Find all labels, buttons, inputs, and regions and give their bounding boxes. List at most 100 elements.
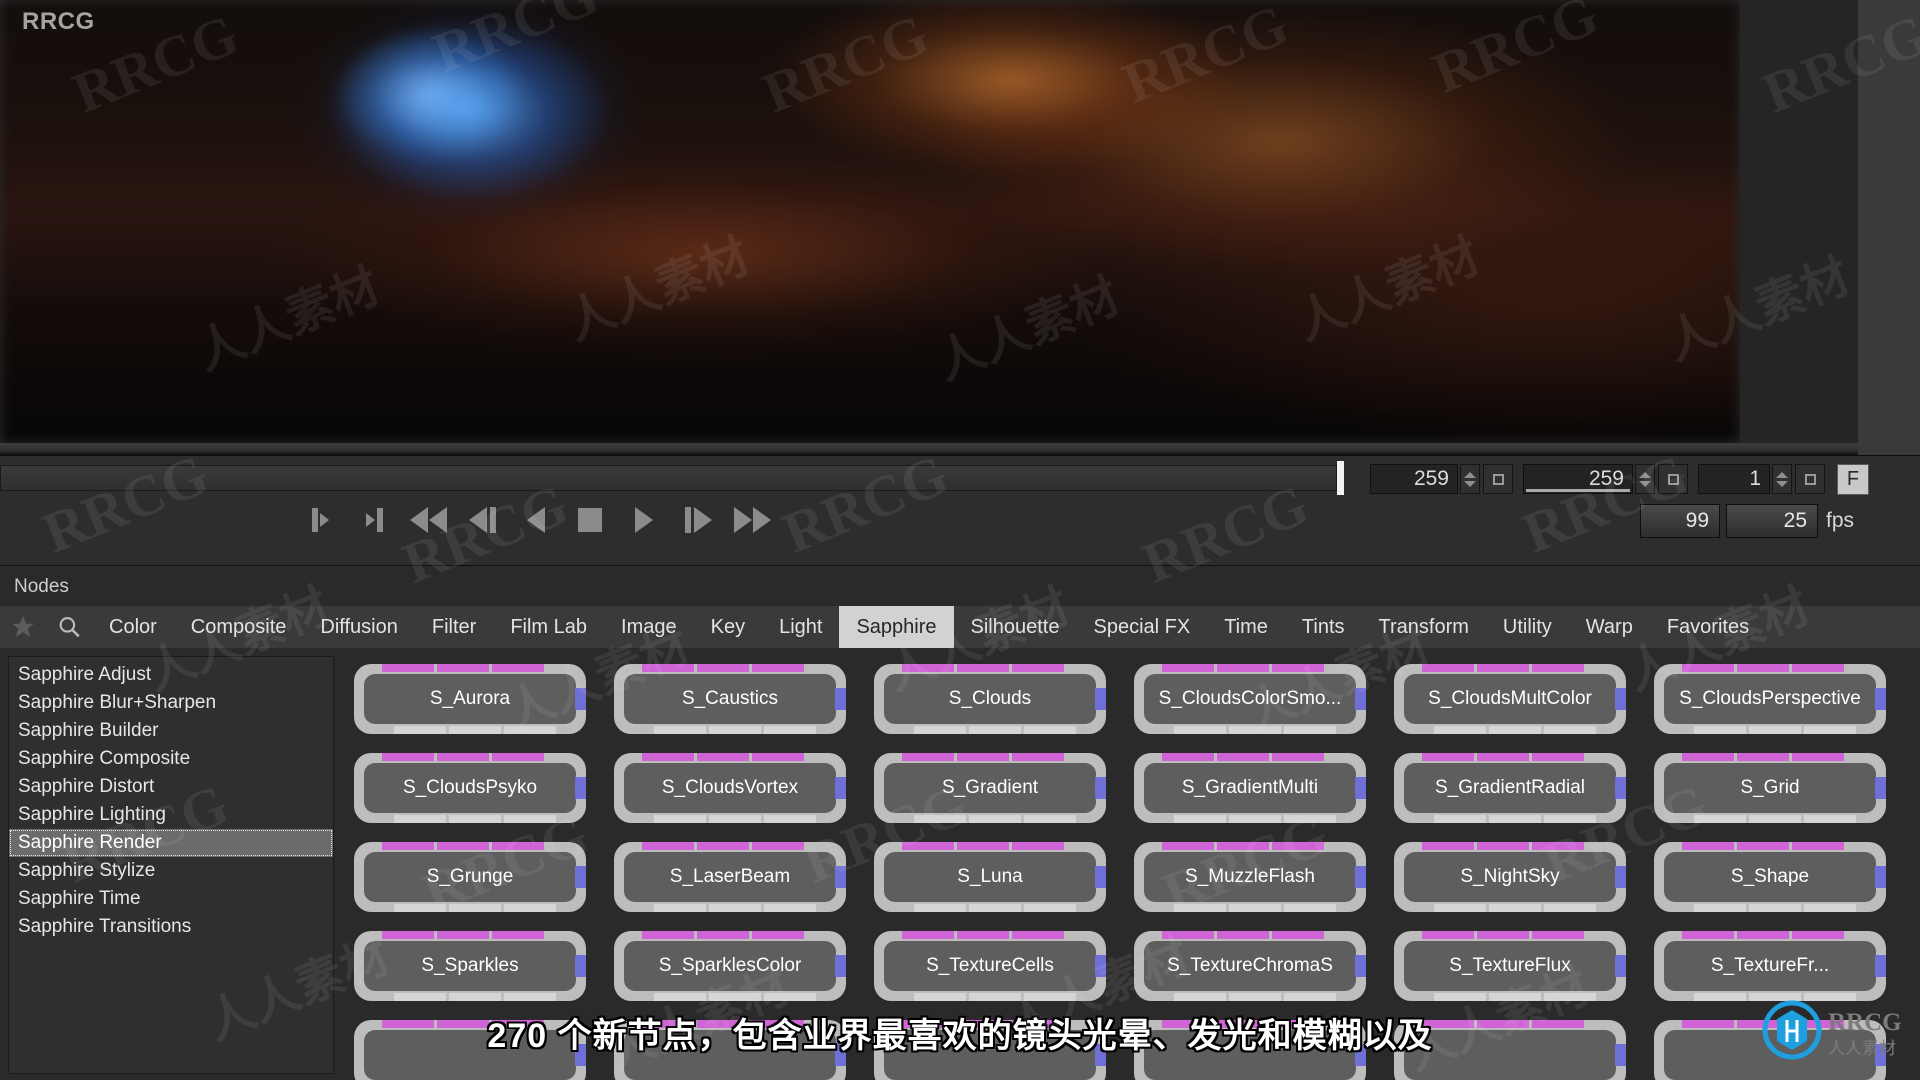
node-input-connectors[interactable] [382,753,544,761]
sidebar-item-sapphire-stylize[interactable]: Sapphire Stylize [9,857,333,885]
node-mask-connectors[interactable] [1174,726,1336,734]
sidebar-item-sapphire-composite[interactable]: Sapphire Composite [9,745,333,773]
tab-warp[interactable]: Warp [1569,606,1650,648]
stop-button[interactable] [570,500,610,540]
node-mask-connectors[interactable] [914,815,1076,823]
current-frame-field[interactable]: 259 [1370,464,1458,494]
favorites-star-icon[interactable] [0,606,46,648]
node-tile[interactable]: S_CloudsPsyko [354,753,586,823]
sidebar-item-sapphire-adjust[interactable]: Sapphire Adjust [9,661,333,689]
node-mask-connectors[interactable] [1694,726,1856,734]
current-frame-key-button[interactable] [1483,464,1513,494]
node-input-connectors[interactable] [1682,753,1844,761]
node-tile[interactable]: S_NightSky [1394,842,1626,912]
node-tile[interactable]: S_CloudsMultColor [1394,664,1626,734]
node-tile[interactable]: S_TextureCells [874,931,1106,1001]
node-input-connectors[interactable] [1162,842,1324,850]
node-mask-connectors[interactable] [1434,993,1596,1001]
node-input-connectors[interactable] [1682,931,1844,939]
node-output-connector[interactable] [1875,777,1886,799]
node-mask-connectors[interactable] [1694,815,1856,823]
node-mask-connectors[interactable] [914,993,1076,1001]
node-input-connectors[interactable] [382,842,544,850]
scrub-track[interactable] [0,465,1337,491]
viewer-side-toolbar[interactable] [1858,0,1920,455]
node-mask-connectors[interactable] [394,726,556,734]
tab-tints[interactable]: Tints [1285,606,1362,648]
out-frame-key-button[interactable] [1658,464,1688,494]
node-input-connectors[interactable] [902,931,1064,939]
node-input-connectors[interactable] [1422,664,1584,672]
node-tile[interactable]: S_Sparkles [354,931,586,1001]
node-mask-connectors[interactable] [394,815,556,823]
tab-utility[interactable]: Utility [1486,606,1569,648]
out-frame-stepper[interactable] [1635,464,1655,494]
node-input-connectors[interactable] [902,664,1064,672]
tab-sapphire[interactable]: Sapphire [839,606,954,648]
node-output-connector[interactable] [1615,777,1626,799]
node-mask-connectors[interactable] [1434,904,1596,912]
node-input-connectors[interactable] [1422,842,1584,850]
node-tile[interactable]: S_LaserBeam [614,842,846,912]
node-mask-connectors[interactable] [394,993,556,1001]
node-output-connector[interactable] [575,777,586,799]
node-input-connectors[interactable] [1422,931,1584,939]
node-output-connector[interactable] [1615,955,1626,977]
tab-film-lab[interactable]: Film Lab [493,606,604,648]
node-mask-connectors[interactable] [1694,904,1856,912]
node-output-connector[interactable] [1355,688,1366,710]
node-mask-connectors[interactable] [394,904,556,912]
current-frame-stepper[interactable] [1460,464,1480,494]
node-output-connector[interactable] [1095,866,1106,888]
node-mask-connectors[interactable] [654,904,816,912]
duration-field[interactable]: 99 [1640,504,1720,538]
sidebar-item-sapphire-lighting[interactable]: Sapphire Lighting [9,801,333,829]
node-input-connectors[interactable] [1682,664,1844,672]
node-tile[interactable]: S_CloudsVortex [614,753,846,823]
node-tile[interactable]: S_Luna [874,842,1106,912]
node-tile[interactable]: S_TextureFlux [1394,931,1626,1001]
node-input-connectors[interactable] [1162,931,1324,939]
node-input-connectors[interactable] [642,842,804,850]
node-input-connectors[interactable] [1162,753,1324,761]
node-output-connector[interactable] [1355,777,1366,799]
node-output-connector[interactable] [835,955,846,977]
set-out-point-button[interactable] [354,500,394,540]
node-tile[interactable]: S_Caustics [614,664,846,734]
node-mask-connectors[interactable] [1174,904,1336,912]
node-mask-connectors[interactable] [1174,993,1336,1001]
node-output-connector[interactable] [1615,866,1626,888]
skip-to-end-button[interactable] [732,500,772,540]
node-output-connector[interactable] [1875,866,1886,888]
node-mask-connectors[interactable] [654,815,816,823]
node-tile[interactable]: S_Aurora [354,664,586,734]
node-tile[interactable]: S_TextureFr... [1654,931,1886,1001]
playhead[interactable] [1337,461,1344,495]
node-output-connector[interactable] [835,688,846,710]
node-output-connector[interactable] [1355,866,1366,888]
node-mask-connectors[interactable] [1174,815,1336,823]
node-mask-connectors[interactable] [1434,815,1596,823]
sidebar-item-sapphire-transitions[interactable]: Sapphire Transitions [9,913,333,941]
node-tile[interactable]: S_Gradient [874,753,1106,823]
sidebar-item-sapphire-render[interactable]: Sapphire Render [9,829,333,857]
node-input-connectors[interactable] [1162,664,1324,672]
set-in-point-button[interactable] [300,500,340,540]
node-input-connectors[interactable] [382,931,544,939]
node-mask-connectors[interactable] [914,726,1076,734]
search-icon[interactable] [46,606,92,648]
node-output-connector[interactable] [1095,955,1106,977]
skip-to-start-button[interactable] [408,500,448,540]
node-mask-connectors[interactable] [914,904,1076,912]
node-tile[interactable]: S_MuzzleFlash [1134,842,1366,912]
node-output-connector[interactable] [575,688,586,710]
fps-field[interactable]: 25 [1726,504,1818,538]
node-input-connectors[interactable] [382,664,544,672]
node-input-connectors[interactable] [642,753,804,761]
node-output-connector[interactable] [1095,777,1106,799]
node-output-connector[interactable] [1875,688,1886,710]
node-tile[interactable]: S_GradientMulti [1134,753,1366,823]
tab-key[interactable]: Key [694,606,762,648]
node-mask-connectors[interactable] [654,993,816,1001]
node-tile[interactable]: S_TextureChromaS [1134,931,1366,1001]
